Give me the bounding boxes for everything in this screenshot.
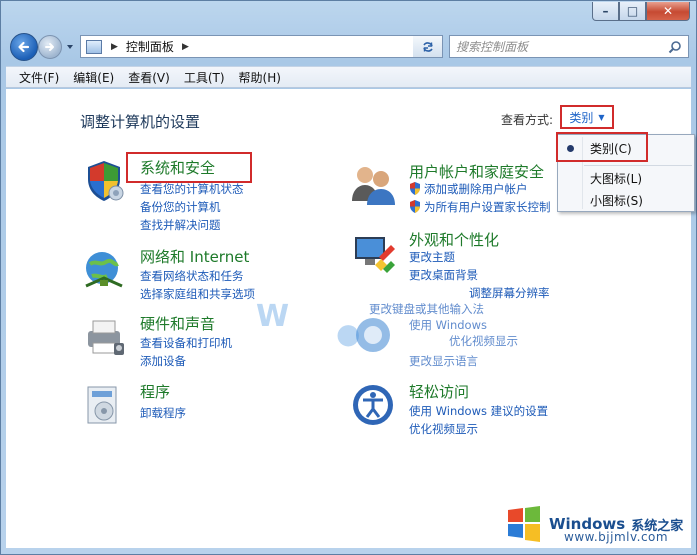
highlight-box <box>126 152 252 183</box>
back-button[interactable] <box>10 33 38 61</box>
category-link[interactable]: 查看网络状态和任务 <box>140 268 244 284</box>
breadcrumb-arrow-icon[interactable]: ▶ <box>111 42 118 52</box>
category-user-accounts: 用户帐户和家庭安全 添加或删除用户帐户 为所有用户设置家长控制 <box>349 161 569 221</box>
category-link[interactable]: 更改主题 <box>409 249 455 265</box>
category-link[interactable]: 更改显示语言 <box>409 353 478 369</box>
category-link[interactable]: 使用 Windows 建议的设置 <box>409 403 548 419</box>
search-icon[interactable] <box>668 40 682 54</box>
category-link-text[interactable]: 为所有用户设置家长控制 <box>424 200 551 214</box>
uac-shield-icon <box>410 182 420 195</box>
printer-icon <box>88 320 124 355</box>
category-title[interactable]: 网络和 Internet <box>140 246 249 267</box>
close-icon: ✕ <box>662 4 674 18</box>
category-link[interactable]: 查看您的计算机状态 <box>140 181 244 197</box>
category-link[interactable]: 调整屏幕分辨率 <box>469 285 550 301</box>
menu-bar: 文件(F) 编辑(E) 查看(V) 工具(T) 帮助(H) <box>6 66 691 88</box>
menu-separator <box>584 165 692 166</box>
arrow-left-icon <box>18 41 30 53</box>
close-button[interactable]: ✕ <box>646 2 690 21</box>
refresh-icon <box>422 41 433 52</box>
category-link[interactable]: 使用 Windows <box>409 317 487 333</box>
category-ease-of-access: 轻松访问 使用 Windows 建议的设置 优化视频显示 <box>349 381 569 441</box>
site-url: www.bjjmlv.com <box>564 530 669 544</box>
menu-file[interactable]: 文件(F) <box>12 69 66 86</box>
category-link[interactable]: 优化视频显示 <box>409 421 478 437</box>
address-bar[interactable]: ▶ 控制面板 ▶ ▼ <box>80 35 443 58</box>
category-title[interactable]: 程序 <box>140 381 170 402</box>
category-appearance: 外观和个性化 更改主题 更改桌面背景 调整屏幕分辨率 <box>349 229 569 300</box>
monitor-palette-icon <box>355 237 395 273</box>
site-badge: Windows 系统之家 www.bjjmlv.com <box>504 500 692 548</box>
search-box[interactable] <box>449 35 689 58</box>
category-title[interactable]: 用户帐户和家庭安全 <box>409 161 544 182</box>
menu-option-large-icons[interactable]: 大图标(L) <box>590 170 642 187</box>
category-clock-language: 更改键盘或其他输入法 使用 Windows 优化视频显示 更改显示语言 <box>349 301 569 368</box>
shield-icon <box>88 161 124 201</box>
refresh-button[interactable] <box>413 35 443 58</box>
forward-button[interactable] <box>38 35 62 59</box>
watermark-text: W <box>256 299 290 334</box>
category-link[interactable]: 添加或删除用户帐户 <box>409 181 528 197</box>
arrow-right-icon <box>45 43 54 51</box>
accessibility-icon <box>353 385 393 425</box>
category-link[interactable]: 添加设备 <box>140 353 186 369</box>
users-icon <box>352 167 395 205</box>
category-hardware-sound: 硬件和声音 查看设备和打印机 添加设备 <box>80 313 340 373</box>
page-title: 调整计算机的设置 <box>80 113 201 131</box>
menu-option-small-icons[interactable]: 小图标(S) <box>590 192 643 209</box>
navigation-bar: ▶ 控制面板 ▶ ▼ <box>8 30 689 62</box>
view-by-label: 查看方式: <box>501 113 554 127</box>
windows-logo-icon <box>508 506 540 542</box>
menu-tools[interactable]: 工具(T) <box>177 69 232 86</box>
view-by-value[interactable]: 类别 <box>569 109 593 126</box>
category-link[interactable]: 卸载程序 <box>140 405 186 421</box>
category-link[interactable]: 备份您的计算机 <box>140 199 221 215</box>
highlight-box <box>556 132 648 162</box>
search-input[interactable] <box>456 39 656 54</box>
menu-edit[interactable]: 编辑(E) <box>66 69 121 86</box>
minimize-button[interactable]: – <box>592 2 619 21</box>
category-programs: 程序 卸载程序 <box>80 381 340 431</box>
category-network-internet: 网络和 Internet 查看网络状态和任务 选择家庭组和共享选项 <box>80 246 340 306</box>
breadcrumb-arrow-icon[interactable]: ▶ <box>182 42 189 52</box>
category-title[interactable]: 轻松访问 <box>409 381 469 402</box>
menu-view[interactable]: 查看(V) <box>121 69 177 86</box>
menu-help[interactable]: 帮助(H) <box>232 69 288 86</box>
view-by-dropdown[interactable]: 类别 ▼ <box>560 105 614 129</box>
network-globe-icon <box>85 252 123 288</box>
maximize-icon: □ <box>626 4 639 18</box>
recent-pages-dropdown-icon[interactable] <box>65 42 75 52</box>
category-link[interactable]: 查看设备和打印机 <box>140 335 232 351</box>
breadcrumb-control-panel[interactable]: 控制面板 <box>126 38 174 55</box>
control-panel-icon <box>86 39 102 54</box>
category-link[interactable]: 为所有用户设置家长控制 <box>409 199 551 215</box>
chevron-down-icon[interactable]: ▼ <box>598 113 604 122</box>
category-title[interactable]: 外观和个性化 <box>409 229 499 250</box>
category-link[interactable]: 更改键盘或其他输入法 <box>369 301 484 317</box>
category-link[interactable]: 更改桌面背景 <box>409 267 478 283</box>
watermark-text: ● <box>336 317 361 350</box>
category-link[interactable]: 优化视频显示 <box>449 333 518 349</box>
category-link[interactable]: 选择家庭组和共享选项 <box>140 286 255 302</box>
minimize-icon: – <box>602 4 609 18</box>
category-link-text[interactable]: 添加或删除用户帐户 <box>424 182 528 196</box>
category-title[interactable]: 硬件和声音 <box>140 313 215 334</box>
caption-buttons: – □ ✕ <box>592 2 690 21</box>
maximize-button[interactable]: □ <box>619 2 646 21</box>
uac-shield-icon <box>410 200 420 213</box>
category-link[interactable]: 查找并解决问题 <box>140 217 221 233</box>
programs-icon <box>87 386 117 424</box>
